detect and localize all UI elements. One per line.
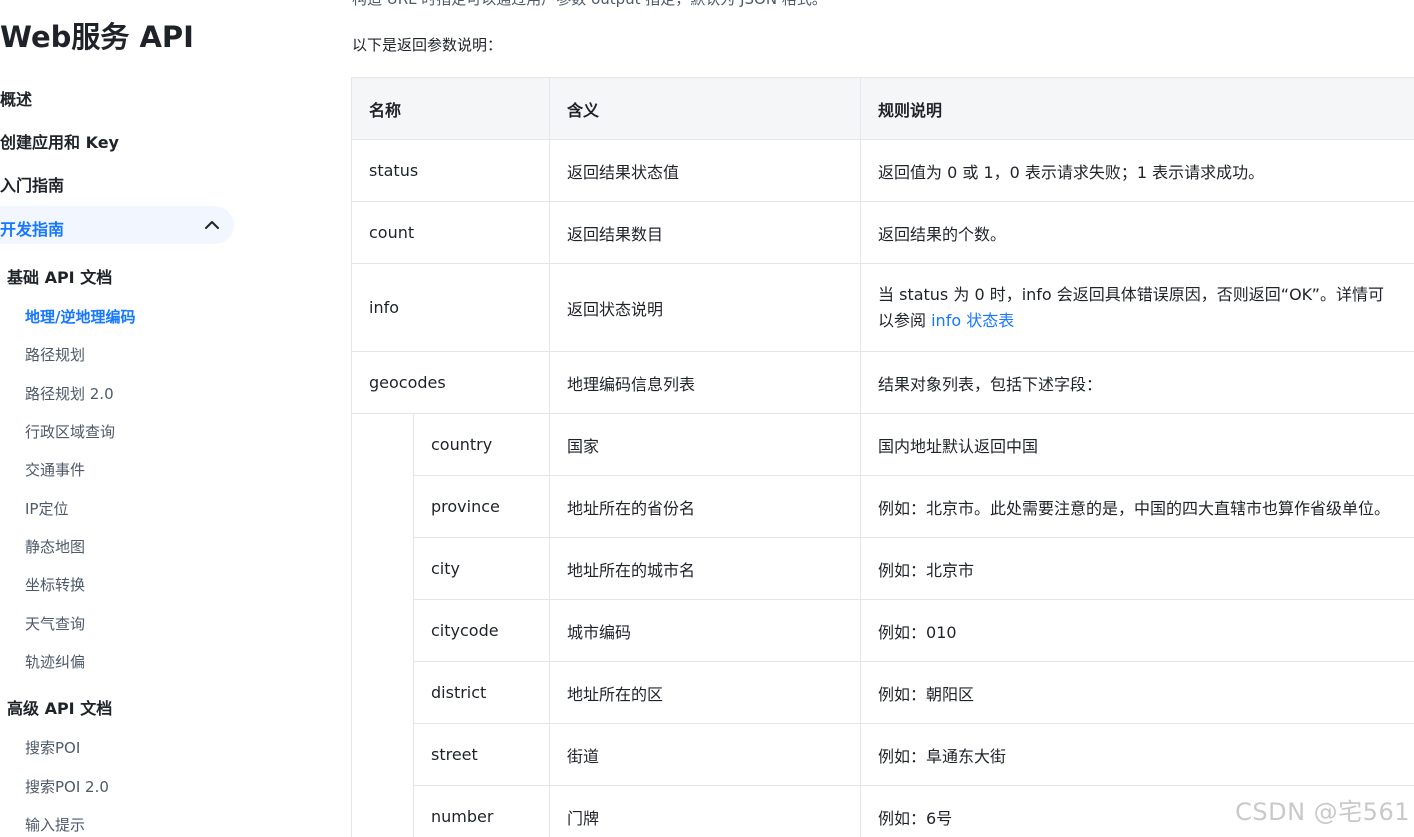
sidebar-item-district-query[interactable]: 行政区域查询 [25, 421, 115, 442]
param-meaning: 地址所在的区 [549, 661, 862, 724]
param-rule-line1: 当 status 为 0 时，info 会返回具体错误原因，否则返回“OK”。详… [878, 284, 1384, 304]
column-header-rule: 规则说明 [860, 77, 1414, 140]
nav-item-create-app-key[interactable]: 创建应用和 Key [0, 129, 119, 153]
app-title: Web服务 API [0, 20, 194, 54]
watermark: CSDN @宅561 [1235, 798, 1410, 826]
param-rule: 例如：阜通东大街 [860, 723, 1414, 786]
param-name: count [350, 201, 551, 264]
group-title-basic-api[interactable]: 基础 API 文档 [7, 264, 112, 288]
sidebar-item-input-tips[interactable]: 输入提示 [25, 814, 85, 835]
param-name: geocodes [350, 351, 551, 414]
group-title-advanced-api[interactable]: 高级 API 文档 [7, 695, 112, 719]
table-row: province 地址所在的省份名 例如：北京市。此处需要注意的是，中国的四大直… [352, 475, 1414, 538]
sidebar-item-traffic-events[interactable]: 交通事件 [25, 459, 85, 480]
info-status-table-link[interactable]: info 状态表 [931, 311, 1014, 330]
param-name: country [412, 413, 551, 476]
param-meaning: 返回状态说明 [549, 263, 862, 352]
cut-off-paragraph: 构造 URL 时指定可以通过用户参数 output 指定，默认为 JSON 格式… [352, 0, 827, 9]
chevron-up-icon[interactable] [202, 216, 222, 234]
table-row: count 返回结果数目 返回结果的个数。 [350, 201, 1414, 264]
param-name: street [412, 723, 551, 786]
sidebar-item-geocoding[interactable]: 地理/逆地理编码 [25, 306, 135, 327]
table-row: geocodes 地理编码信息列表 结果对象列表，包括下述字段： [350, 351, 1414, 414]
param-rule-line2: 以参阅 [878, 310, 932, 330]
table-row: status 返回结果状态值 返回值为 0 或 1，0 表示请求失败；1 表示请… [350, 139, 1414, 202]
sidebar-item-weather[interactable]: 天气查询 [25, 613, 85, 634]
sidebar-item-static-map[interactable]: 静态地图 [25, 536, 85, 557]
sidebar-item-ip-location[interactable]: IP定位 [25, 498, 68, 519]
table-row: district 地址所在的区 例如：朝阳区 [352, 661, 1414, 724]
sidebar: Web服务 API 概述 创建应用和 Key 入门指南 开发指南 基础 API … [0, 0, 240, 837]
param-rule: 例如：010 [860, 599, 1414, 662]
param-rule: 结果对象列表，包括下述字段： [860, 351, 1414, 414]
table-row: city 地址所在的城市名 例如：北京市 [352, 537, 1414, 600]
return-params-table: 名称 含义 规则说明 status 返回结果状态值 返回值为 0 或 1，0 表… [350, 77, 1414, 837]
nav-item-overview[interactable]: 概述 [0, 86, 32, 110]
column-header-name: 名称 [350, 77, 551, 140]
param-rule: 例如：北京市 [860, 537, 1414, 600]
param-rule: 例如：北京市。此处需要注意的是，中国的四大直辖市也算作省级单位。 [860, 475, 1414, 538]
param-meaning: 返回结果数目 [549, 201, 862, 264]
param-rule: 国内地址默认返回中国 [860, 413, 1414, 476]
sidebar-item-route-planning[interactable]: 路径规划 [25, 344, 85, 365]
table-row: street 街道 例如：阜通东大街 [352, 723, 1414, 786]
table-row: citycode 城市编码 例如：010 [352, 599, 1414, 662]
param-name: number [412, 785, 551, 837]
param-rule: 返回结果的个数。 [860, 201, 1414, 264]
param-meaning: 地址所在的城市名 [549, 537, 862, 600]
param-rule: 当 status 为 0 时，info 会返回具体错误原因，否则返回“OK”。详… [860, 263, 1414, 352]
table-row: country 国家 国内地址默认返回中国 [351, 413, 1414, 837]
column-header-meaning: 含义 [549, 77, 862, 140]
param-rule: 例如：朝阳区 [860, 661, 1414, 724]
param-name: province [412, 475, 551, 538]
param-name: district [412, 661, 551, 724]
table-row: info 返回状态说明 当 status 为 0 时，info 会返回具体错误原… [350, 263, 1414, 352]
sidebar-item-search-poi[interactable]: 搜索POI [25, 737, 80, 758]
sidebar-item-search-poi-2[interactable]: 搜索POI 2.0 [25, 776, 109, 797]
param-meaning: 地理编码信息列表 [549, 351, 862, 414]
param-meaning: 城市编码 [549, 599, 862, 662]
param-meaning: 国家 [549, 413, 862, 476]
intro-text: 以下是返回参数说明： [352, 36, 503, 54]
param-meaning: 返回结果状态值 [549, 139, 862, 202]
nav-item-getting-started[interactable]: 入门指南 [0, 172, 64, 196]
nav-item-dev-guide-label: 开发指南 [0, 220, 65, 239]
param-rule: 返回值为 0 或 1，0 表示请求失败；1 表示请求成功。 [860, 139, 1414, 202]
sidebar-item-coord-convert[interactable]: 坐标转换 [25, 574, 85, 595]
param-name: status [350, 139, 551, 202]
sidebar-item-track-correction[interactable]: 轨迹纠偏 [25, 651, 85, 672]
table-header-row: 名称 含义 规则说明 [350, 77, 1414, 140]
indent-cell [351, 413, 414, 837]
param-name: city [412, 537, 551, 600]
param-name: info [350, 263, 551, 352]
param-name: citycode [412, 599, 551, 662]
param-meaning: 地址所在的省份名 [549, 475, 862, 538]
param-meaning: 门牌 [549, 785, 862, 837]
sidebar-item-route-planning-2[interactable]: 路径规划 2.0 [25, 383, 114, 404]
param-meaning: 街道 [549, 723, 862, 786]
